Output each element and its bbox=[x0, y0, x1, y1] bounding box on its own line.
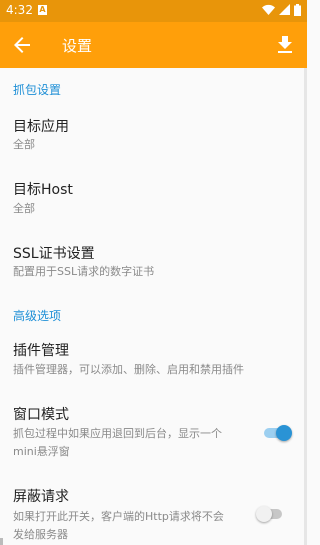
notification-icon: A bbox=[38, 5, 47, 15]
setting-summary-line-1: 抓包过程中如果应用退回到后台，显示一个 bbox=[13, 427, 222, 440]
setting-summary: 全部 bbox=[13, 202, 35, 215]
setting-title: 目标Host bbox=[13, 182, 73, 198]
section-header-advanced: 高级选项 bbox=[13, 309, 62, 323]
scroll-edge bbox=[304, 68, 307, 545]
block-requests-switch[interactable] bbox=[256, 504, 286, 524]
setting-summary-line-2: mini悬浮窗 bbox=[13, 445, 70, 458]
arrow-back-icon bbox=[14, 37, 30, 53]
section-header-capture: 抓包设置 bbox=[13, 83, 62, 97]
switch-thumb bbox=[276, 425, 292, 441]
status-icons bbox=[262, 4, 301, 16]
wifi-icon bbox=[262, 4, 275, 15]
status-bar: 4:32 A bbox=[0, 0, 307, 22]
setting-summary: 全部 bbox=[13, 138, 35, 151]
setting-summary-line-2: 发给服务器 bbox=[13, 528, 68, 541]
setting-summary: 插件管理器，可以添加、删除、启用和禁用插件 bbox=[13, 363, 244, 376]
download-icon bbox=[278, 36, 292, 53]
setting-title: SSL证书设置 bbox=[13, 246, 95, 262]
battery-icon bbox=[294, 4, 301, 16]
signal-icon bbox=[279, 4, 290, 15]
scroll-indicator bbox=[0, 538, 3, 545]
setting-summary: 配置用于SSL请求的数字证书 bbox=[13, 265, 155, 278]
setting-title: 插件管理 bbox=[13, 343, 69, 359]
setting-title: 屏蔽请求 bbox=[13, 489, 69, 505]
page-title: 设置 bbox=[62, 37, 93, 55]
back-button[interactable] bbox=[10, 33, 34, 57]
settings-list: 抓包设置 目标应用 全部 目标Host 全部 SSL证书设置 配置用于SSL请求… bbox=[0, 68, 307, 545]
setting-title: 窗口模式 bbox=[13, 407, 69, 423]
switch-thumb bbox=[256, 506, 272, 522]
setting-title: 目标应用 bbox=[13, 119, 69, 135]
setting-summary-line-1: 如果打开此开关，客户端的Http请求将不会 bbox=[13, 510, 224, 523]
window-mode-switch[interactable] bbox=[262, 423, 292, 443]
toolbar: 设置 bbox=[0, 22, 307, 68]
status-time: 4:32 bbox=[6, 3, 33, 17]
download-button[interactable] bbox=[273, 33, 297, 57]
